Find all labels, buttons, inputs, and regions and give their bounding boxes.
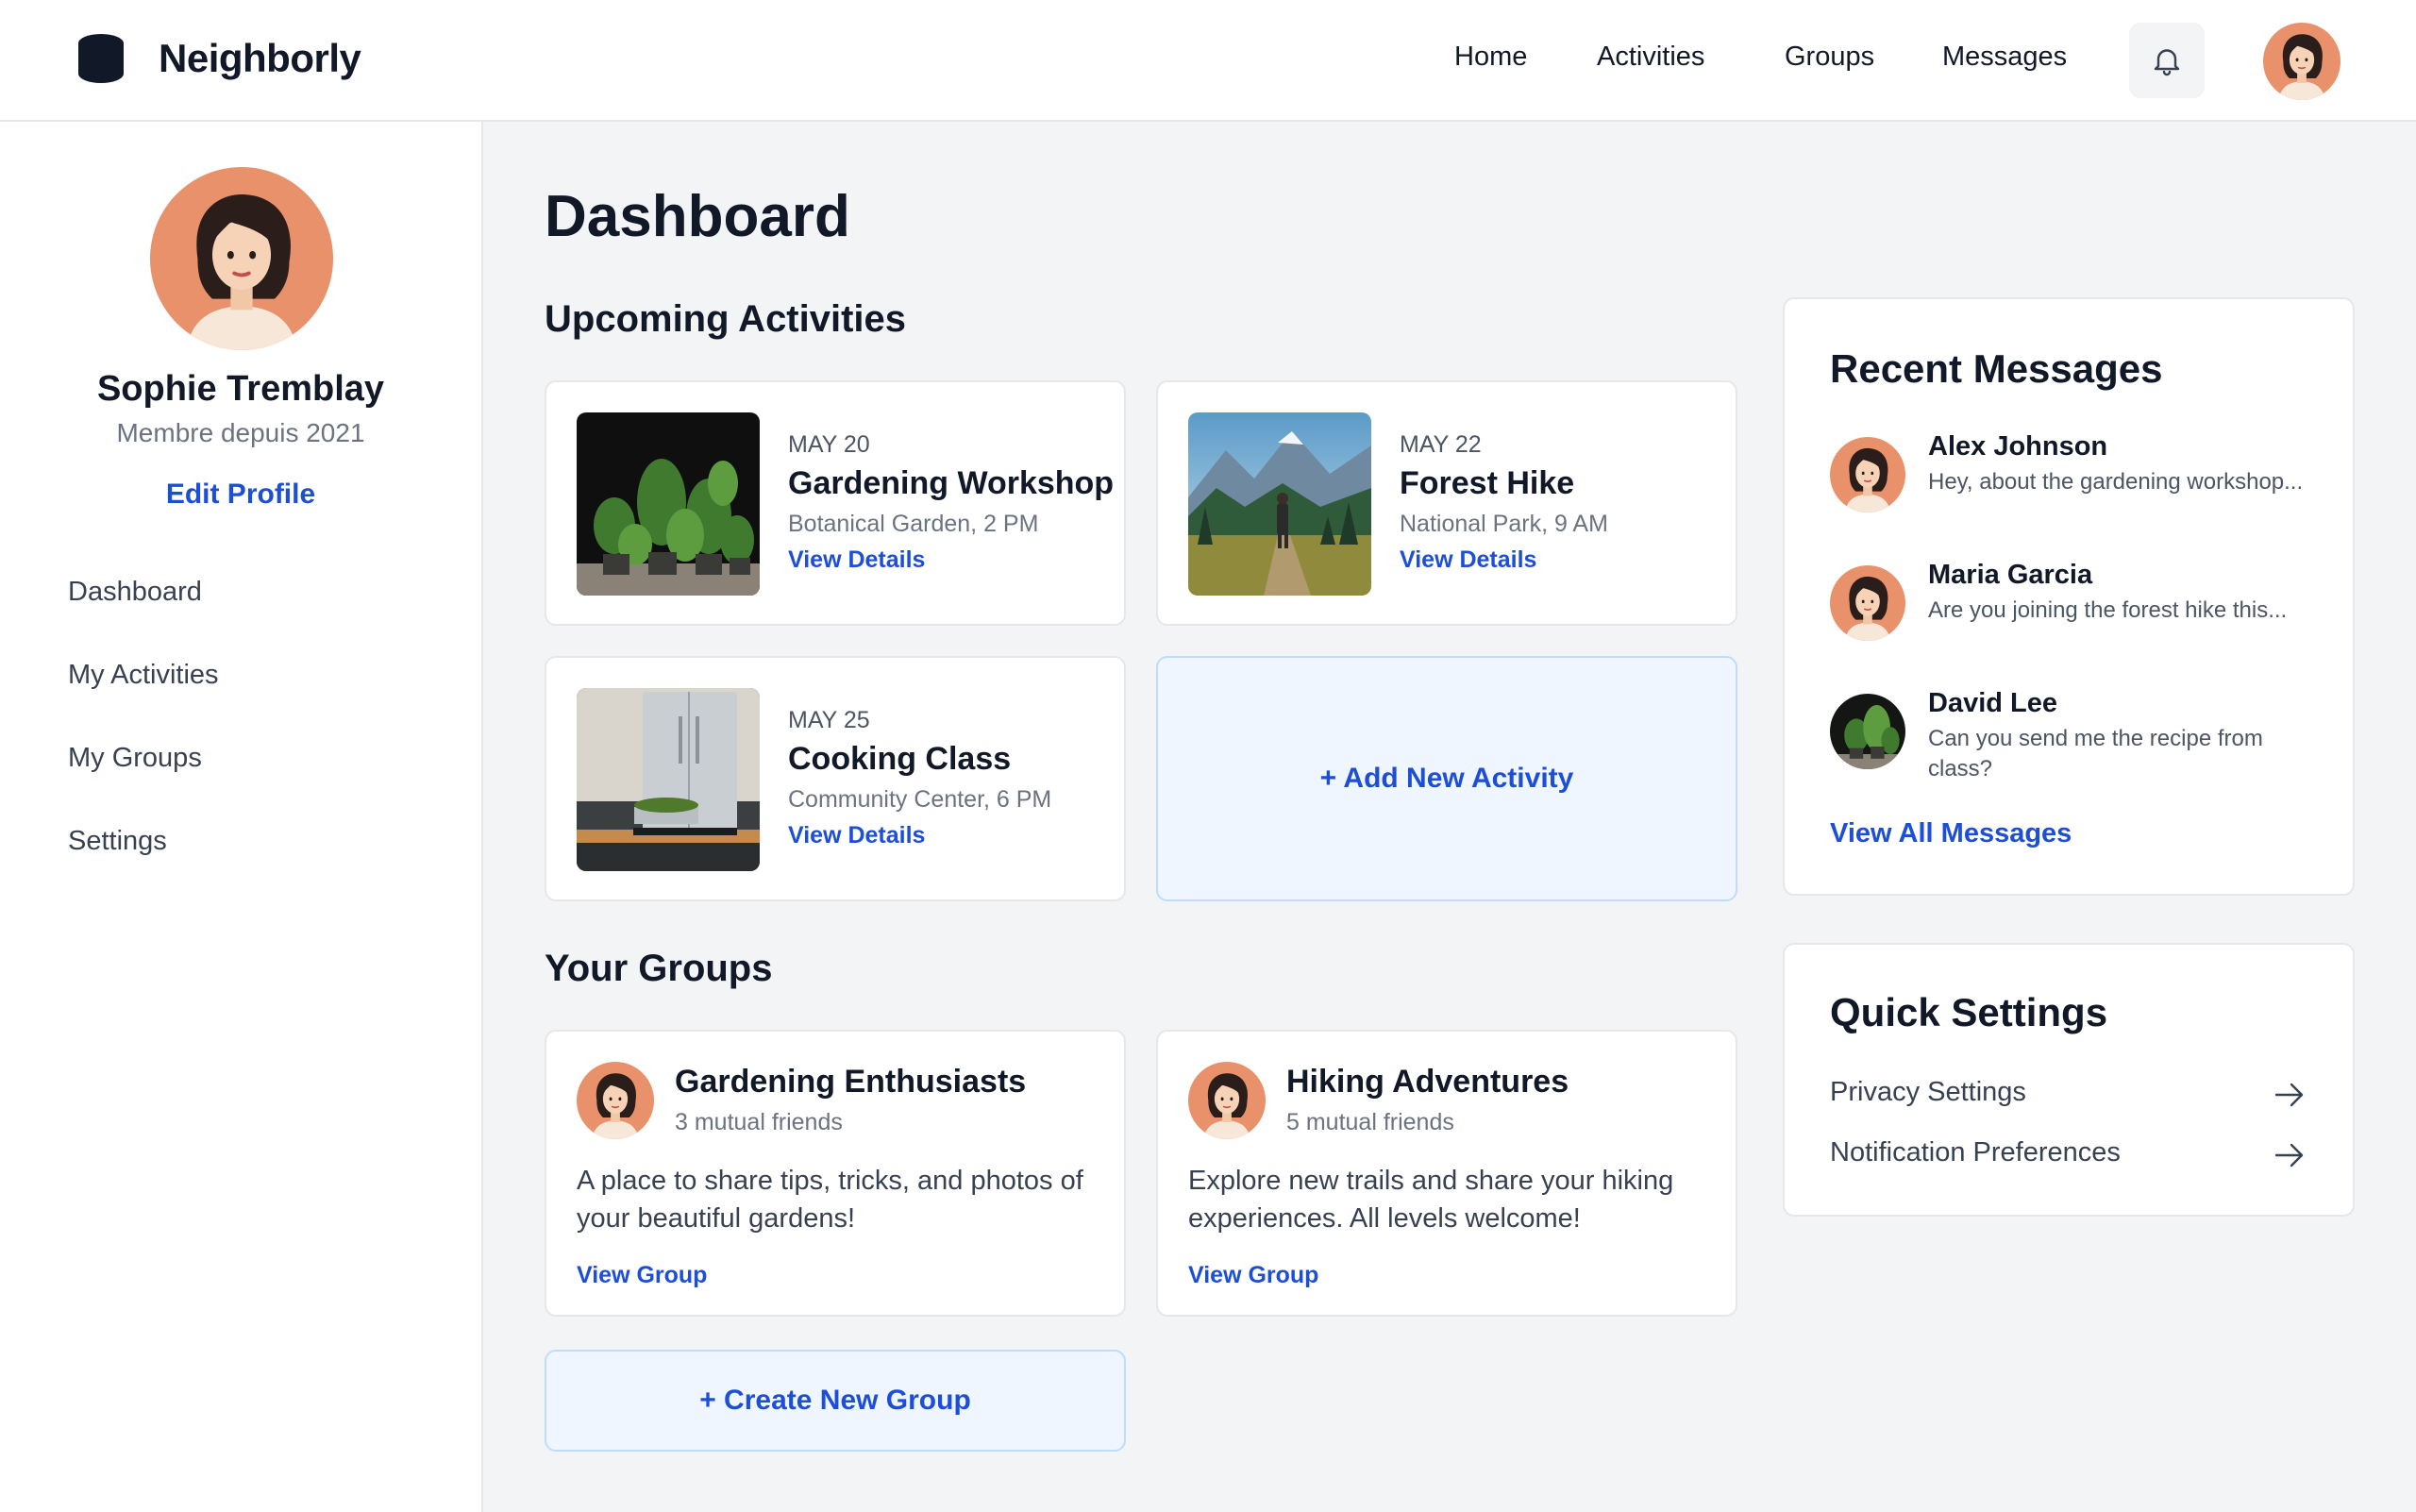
- nav-activities[interactable]: Activities: [1597, 42, 1704, 73]
- activity-title: Cooking Class: [788, 741, 1012, 777]
- message-item[interactable]: Alex Johnson Hey, about the gardening wo…: [1830, 431, 2340, 535]
- message-sender: David Lee: [1928, 688, 2057, 718]
- group-avatar: [577, 1062, 654, 1139]
- message-preview: Hey, about the gardening workshop...: [1928, 469, 2304, 495]
- view-details-link[interactable]: View Details: [788, 546, 925, 574]
- sidebar-item-settings[interactable]: Settings: [68, 826, 167, 857]
- brand-name: Neighborly: [159, 36, 361, 80]
- upcoming-activities-heading: Upcoming Activities: [545, 298, 907, 340]
- create-group-button[interactable]: + Create New Group: [545, 1350, 1126, 1452]
- brand[interactable]: Neighborly: [77, 34, 361, 83]
- nav-messages[interactable]: Messages: [1942, 42, 2067, 73]
- avatar: [1830, 694, 1905, 769]
- activity-date: MAY 22: [1400, 431, 1482, 458]
- activity-date: MAY 25: [788, 707, 870, 733]
- group-name: Gardening Enthusiasts: [675, 1064, 1027, 1100]
- recent-messages-panel: Recent Messages Alex Johnson Hey, about …: [1783, 297, 2355, 896]
- view-group-link[interactable]: View Group: [1188, 1262, 1318, 1289]
- avatar: [1830, 437, 1905, 512]
- neighborly-logo-icon: [78, 34, 124, 83]
- bell-icon: [2154, 49, 2180, 76]
- page-title: Dashboard: [545, 184, 850, 249]
- message-sender: Alex Johnson: [1928, 431, 2108, 462]
- message-sender: Maria Garcia: [1928, 560, 2093, 590]
- notifications-button[interactable]: [2129, 23, 2205, 98]
- your-groups-heading: Your Groups: [545, 948, 773, 989]
- group-name: Hiking Adventures: [1286, 1064, 1569, 1100]
- sidebar-item-my-activities[interactable]: My Activities: [68, 660, 219, 691]
- view-details-link[interactable]: View Details: [1400, 546, 1536, 574]
- group-avatar: [1188, 1062, 1266, 1139]
- hiker-mountains-photo: [1188, 412, 1371, 596]
- member-since: Membre depuis 2021: [116, 418, 365, 447]
- quick-settings-title: Quick Settings: [1830, 990, 2108, 1034]
- profile-name: Sophie Tremblay: [96, 369, 385, 409]
- quick-settings-panel: Quick Settings Privacy Settings Notifica…: [1783, 943, 2355, 1217]
- sidebar-item-dashboard[interactable]: Dashboard: [68, 577, 202, 608]
- privacy-settings-row[interactable]: Privacy Settings: [1830, 1077, 2306, 1115]
- user-avatar[interactable]: [2263, 23, 2340, 100]
- view-all-messages-link[interactable]: View All Messages: [1830, 818, 2072, 849]
- nav-home[interactable]: Home: [1454, 42, 1527, 73]
- sidebar: Sophie Tremblay Membre depuis 2021 Edit …: [0, 122, 483, 1512]
- message-item[interactable]: Maria Garcia Are you joining the forest …: [1830, 560, 2340, 664]
- activity-card: MAY 25 Cooking Class Community Center, 6…: [545, 656, 1126, 901]
- recent-messages-title: Recent Messages: [1830, 346, 2163, 391]
- activity-title: Forest Hike: [1400, 465, 1575, 501]
- view-group-link[interactable]: View Group: [577, 1262, 707, 1289]
- arrow-right-icon: [2274, 1143, 2304, 1168]
- view-details-link[interactable]: View Details: [788, 822, 925, 849]
- avatar: [1830, 565, 1905, 641]
- group-mutual-friends: 3 mutual friends: [675, 1109, 843, 1135]
- kitchen-photo: [577, 688, 760, 871]
- activity-card: MAY 20 Gardening Workshop Botanical Gard…: [545, 380, 1126, 626]
- top-header: Neighborly Home Activities Groups Messag…: [0, 0, 2416, 122]
- activity-location: Botanical Garden, 2 PM: [788, 511, 1039, 537]
- activity-location: Community Center, 6 PM: [788, 786, 1052, 813]
- notification-preferences-row[interactable]: Notification Preferences: [1830, 1137, 2306, 1175]
- message-item[interactable]: David Lee Can you send me the recipe fro…: [1830, 688, 2340, 792]
- activity-date: MAY 20: [788, 431, 870, 458]
- activity-title: Gardening Workshop: [788, 465, 1115, 501]
- add-activity-button[interactable]: + Add New Activity: [1156, 656, 1737, 901]
- group-card: Gardening Enthusiasts 3 mutual friends A…: [545, 1030, 1126, 1317]
- arrow-right-icon: [2274, 1083, 2304, 1107]
- edit-profile-link[interactable]: Edit Profile: [0, 479, 481, 511]
- message-preview: Are you joining the forest hike this...: [1928, 597, 2288, 623]
- group-description: A place to share tips, tricks, and photo…: [577, 1166, 1083, 1234]
- activity-card: MAY 22 Forest Hike National Park, 9 AM V…: [1156, 380, 1737, 626]
- privacy-settings-label: Privacy Settings: [1830, 1077, 2026, 1107]
- group-mutual-friends: 5 mutual friends: [1286, 1109, 1454, 1135]
- group-card: Hiking Adventures 5 mutual friends Explo…: [1156, 1030, 1737, 1317]
- plants-photo: [577, 412, 760, 596]
- nav-groups[interactable]: Groups: [1785, 42, 1874, 73]
- sidebar-item-my-groups[interactable]: My Groups: [68, 743, 202, 774]
- group-description: Explore new trails and share your hiking…: [1188, 1166, 1674, 1234]
- activity-location: National Park, 9 AM: [1400, 511, 1608, 537]
- notification-preferences-label: Notification Preferences: [1830, 1137, 2121, 1168]
- profile-avatar: [150, 167, 333, 350]
- message-preview: Can you send me the recipe from class?: [1928, 726, 2263, 781]
